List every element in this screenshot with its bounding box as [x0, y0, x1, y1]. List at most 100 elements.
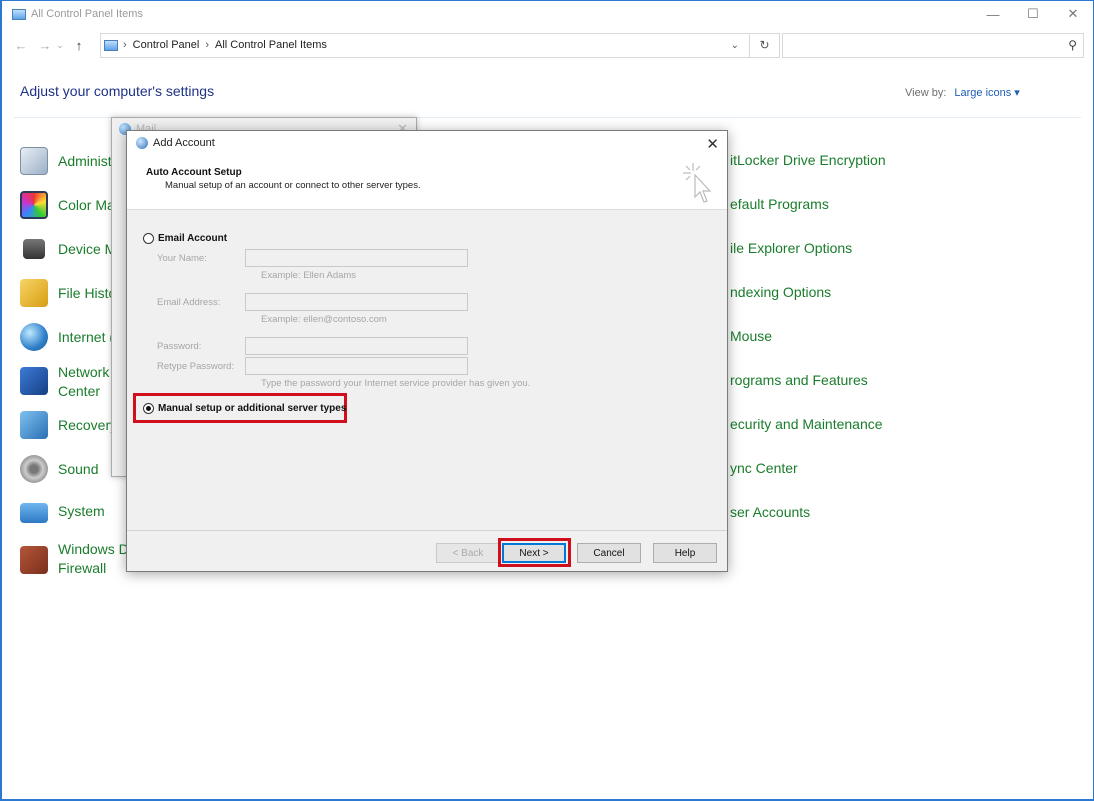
recent-locations-chevron-icon[interactable]: ⌄ — [54, 40, 66, 51]
sound-icon — [20, 455, 48, 483]
cp-item-label: efault Programs — [730, 196, 829, 212]
dialog-title-bar: Add Account — [136, 137, 215, 149]
cp-item-label: rograms and Features — [730, 372, 868, 388]
view-by-dropdown[interactable]: Large icons ▾ — [954, 87, 1019, 99]
cp-item-default-programs[interactable]: efault Programs — [730, 196, 829, 212]
breadcrumb-control-panel[interactable]: Control Panel — [133, 39, 200, 51]
page-title: Adjust your computer's settings — [20, 83, 215, 99]
name-field[interactable] — [245, 249, 468, 267]
breadcrumb-separator: › — [205, 39, 209, 51]
cp-item-bitlocker[interactable]: itLocker Drive Encryption — [730, 152, 886, 168]
cp-item-label: System — [58, 502, 105, 519]
cp-item-label: Recovery — [58, 416, 118, 433]
cp-item-programs-features[interactable]: rograms and Features — [730, 372, 868, 388]
retype-password-label: Retype Password: — [157, 361, 235, 372]
sparkle-cursor-icon — [683, 163, 712, 203]
cp-item-administrative-tools[interactable]: Administ — [20, 147, 112, 175]
back-button[interactable]: < Back — [436, 543, 500, 563]
dialog-close-icon[interactable]: ✕ — [706, 135, 719, 153]
minimize-button[interactable]: — — [973, 1, 1013, 27]
windows-firewall-icon — [20, 546, 48, 574]
cp-item-label: ync Center — [730, 460, 798, 476]
cp-item-label: Device M — [58, 240, 117, 257]
cp-item-device-manager[interactable]: Device M — [20, 235, 116, 263]
window-controls: — ☐ ✕ — [973, 1, 1093, 27]
email-account-radio[interactable]: Email Account — [143, 233, 227, 244]
cp-item-system[interactable]: System — [20, 499, 105, 523]
retype-password-field[interactable] — [245, 357, 468, 375]
dialog-header: Add Account ✕ Auto Account Setup Manual … — [127, 131, 727, 210]
cp-item-label: Windows D Firewall — [58, 541, 129, 576]
color-management-icon — [20, 191, 48, 219]
password-label: Password: — [157, 341, 202, 352]
name-hint: Example: Ellen Adams — [261, 270, 357, 281]
navigation-bar: ← → ⌄ ↑ › Control Panel › All Control Pa… — [12, 32, 1084, 58]
window-title: All Control Panel Items — [31, 8, 143, 20]
manual-setup-label: Manual setup or additional server types — [158, 403, 347, 414]
search-input[interactable]: ⚲ — [782, 32, 1084, 58]
cp-item-label: ndexing Options — [730, 284, 832, 300]
cp-item-file-explorer-options[interactable]: ile Explorer Options — [730, 240, 852, 256]
cp-item-network-center[interactable]: Network Center — [20, 363, 109, 401]
dialog-title: Add Account — [153, 137, 215, 149]
cp-item-label: Sound — [58, 460, 99, 477]
view-by-label: View by: — [905, 87, 947, 99]
cp-item-sync-center[interactable]: ync Center — [730, 460, 798, 476]
cp-item-label: File Histo — [58, 284, 117, 301]
breadcrumb-all-items[interactable]: All Control Panel Items — [215, 39, 327, 51]
cp-item-label: ecurity and Maintenance — [730, 416, 883, 432]
file-history-icon — [20, 279, 48, 307]
administrative-tools-icon — [20, 147, 48, 175]
cp-item-indexing-options[interactable]: ndexing Options — [730, 284, 831, 300]
cp-item-user-accounts[interactable]: ser Accounts — [730, 504, 810, 520]
system-icon — [20, 503, 48, 523]
globe-icon — [136, 137, 148, 149]
cp-item-recovery[interactable]: Recovery — [20, 411, 117, 439]
header-subtitle: Manual setup of an account or connect to… — [165, 180, 421, 191]
breadcrumb-separator: › — [123, 39, 127, 51]
address-dropdown-chevron-icon[interactable]: ⌄ — [731, 40, 739, 51]
internet-options-icon — [20, 323, 48, 351]
cp-item-label: Network Center — [58, 364, 110, 399]
network-center-icon — [20, 367, 48, 395]
dialog-footer-divider — [127, 530, 727, 531]
password-field[interactable] — [245, 337, 468, 355]
add-account-dialog: Add Account ✕ Auto Account Setup Manual … — [126, 130, 728, 572]
cp-item-label: Internet ( — [58, 328, 115, 345]
help-button[interactable]: Help — [653, 543, 717, 563]
cp-item-internet-options[interactable]: Internet ( — [20, 323, 114, 351]
cp-item-windows-firewall[interactable]: Windows D Firewall — [20, 540, 129, 578]
title-bar: All Control Panel Items — [2, 1, 1093, 27]
cp-item-mouse[interactable]: Mouse — [730, 328, 772, 344]
up-arrow-icon[interactable]: ↑ — [70, 38, 88, 53]
email-label: Email Address: — [157, 297, 221, 308]
radio-unselected — [143, 233, 154, 244]
cp-item-label: Administ — [58, 152, 112, 169]
email-field[interactable] — [245, 293, 468, 311]
cp-item-label: Mouse — [730, 328, 773, 344]
view-by: View by: Large icons ▾ — [905, 86, 1020, 99]
maximize-button[interactable]: ☐ — [1013, 1, 1053, 27]
cp-item-label: itLocker Drive Encryption — [730, 152, 886, 168]
close-button[interactable]: ✕ — [1053, 1, 1093, 27]
cp-item-color-management[interactable]: Color Ma — [20, 191, 115, 219]
address-bar[interactable]: › Control Panel › All Control Panel Item… — [100, 32, 780, 58]
password-hint: Type the password your Internet service … — [261, 378, 531, 389]
cancel-button[interactable]: Cancel — [577, 543, 641, 563]
control-panel-icon — [104, 39, 118, 51]
back-arrow-icon[interactable]: ← — [12, 38, 30, 53]
name-label: Your Name: — [157, 253, 207, 264]
refresh-icon[interactable]: ↻ — [749, 33, 779, 57]
device-manager-icon — [23, 239, 45, 259]
cp-item-sound[interactable]: Sound — [20, 455, 98, 483]
email-hint: Example: ellen@contoso.com — [261, 314, 387, 325]
control-panel-icon — [12, 8, 26, 20]
radio-selected — [143, 403, 154, 414]
cp-item-file-history[interactable]: File Histo — [20, 279, 116, 307]
manual-setup-radio[interactable]: Manual setup or additional server types — [143, 403, 346, 414]
forward-arrow-icon[interactable]: → — [36, 38, 54, 53]
cp-item-label: ser Accounts — [730, 504, 811, 520]
cp-item-security-maintenance[interactable]: ecurity and Maintenance — [730, 416, 883, 432]
next-button[interactable]: Next > — [502, 543, 566, 563]
email-account-label: Email Account — [158, 233, 228, 244]
